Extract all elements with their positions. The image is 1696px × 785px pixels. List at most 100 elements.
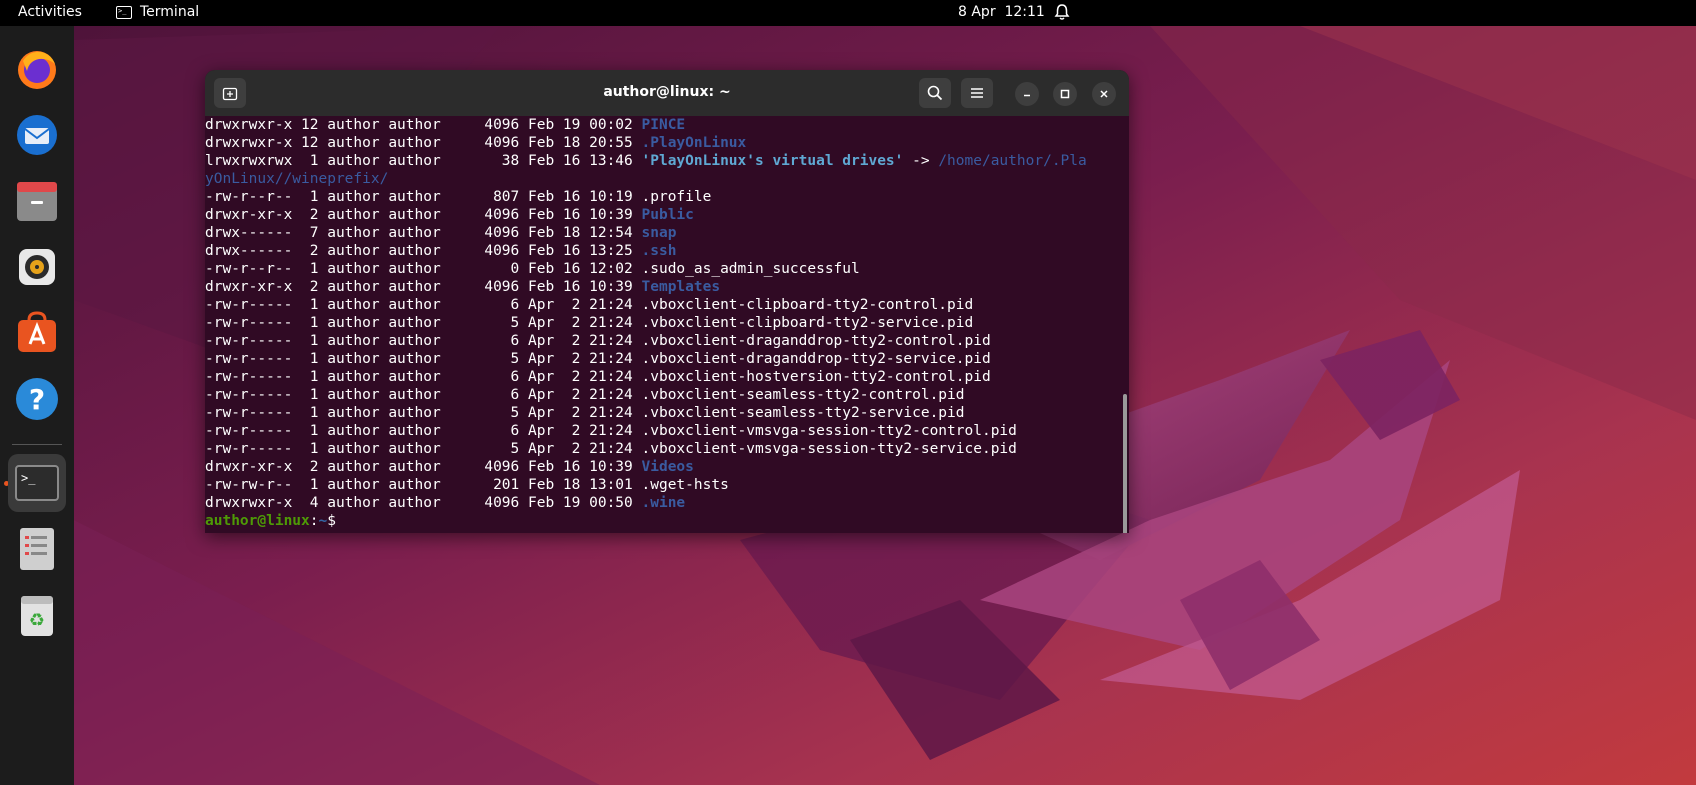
file-name: 'PlayOnLinux's virtual drives' bbox=[641, 153, 904, 169]
prompt-separator: : bbox=[309, 513, 319, 529]
terminal-window: author@linux: ~ drwxrwxr-x 12 author aut… bbox=[205, 70, 1129, 533]
top-bar: Activities >_ Terminal 8 Apr 12:11 bbox=[0, 0, 1696, 26]
clock-date: 8 Apr bbox=[958, 4, 996, 20]
file-metadata: drwxrwxr-x 4 author author 4096 Feb 19 0… bbox=[205, 495, 642, 511]
terminal-line: -rw-r----- 1 author author 5 Apr 2 21:24… bbox=[205, 350, 1129, 368]
file-metadata: drwxr-xr-x 2 author author 4096 Feb 16 1… bbox=[205, 279, 642, 295]
notification-bell-icon[interactable] bbox=[1054, 3, 1070, 25]
terminal-line: -rw-r----- 1 author author 5 Apr 2 21:24… bbox=[205, 314, 1129, 332]
terminal-line: lrwxrwxrwx 1 author author 38 Feb 16 13:… bbox=[205, 152, 1129, 170]
app-menu-label: Terminal bbox=[140, 4, 200, 20]
terminal-line: yOnLinux//wineprefix/ bbox=[205, 170, 1129, 188]
terminal-app-icon: >_ bbox=[116, 5, 132, 19]
window-titlebar[interactable]: author@linux: ~ bbox=[205, 70, 1129, 116]
terminal-line: -rw-r----- 1 author author 6 Apr 2 21:24… bbox=[205, 368, 1129, 386]
file-name: PINCE bbox=[641, 117, 686, 133]
link-target: /home/author/.Pla bbox=[938, 153, 1087, 169]
close-button[interactable] bbox=[1092, 82, 1116, 106]
help-icon[interactable]: ? bbox=[8, 370, 66, 428]
file-name: .wget-hsts bbox=[641, 477, 729, 493]
clock[interactable]: 8 Apr 12:11 bbox=[958, 4, 1045, 20]
file-metadata: drwxr-xr-x 2 author author 4096 Feb 16 1… bbox=[205, 207, 642, 223]
file-name: .ssh bbox=[641, 243, 677, 259]
minimize-button[interactable] bbox=[1015, 82, 1039, 106]
maximize-button[interactable] bbox=[1053, 82, 1077, 106]
file-metadata: -rw-r----- 1 author author 6 Apr 2 21:24 bbox=[205, 387, 642, 403]
search-icon bbox=[927, 85, 943, 101]
file-name: .PlayOnLinux bbox=[641, 135, 747, 151]
file-name: .sudo_as_admin_successful bbox=[641, 261, 860, 277]
terminal-output[interactable]: drwxrwxr-x 12 author author 4096 Feb 19 … bbox=[205, 116, 1129, 533]
file-name: .vboxclient-vmsvga-session-tty2-service.… bbox=[641, 441, 1017, 457]
file-name: .vboxclient-seamless-tty2-service.pid bbox=[641, 405, 965, 421]
menu-button[interactable] bbox=[961, 78, 993, 108]
svg-text:>_: >_ bbox=[21, 471, 36, 485]
file-metadata: drwxrwxr-x 12 author author 4096 Feb 18 … bbox=[205, 135, 642, 151]
file-name: Public bbox=[641, 207, 694, 223]
file-metadata: -rw-r----- 1 author author 5 Apr 2 21:24 bbox=[205, 441, 642, 457]
terminal-line: -rw-r----- 1 author author 6 Apr 2 21:24… bbox=[205, 296, 1129, 314]
file-metadata: -rw-r----- 1 author author 6 Apr 2 21:24 bbox=[205, 333, 642, 349]
file-name: .vboxclient-draganddrop-tty2-control.pid bbox=[641, 333, 991, 349]
file-name: .vboxclient-hostversion-tty2-control.pid bbox=[641, 369, 991, 385]
file-metadata: -rw-r----- 1 author author 5 Apr 2 21:24 bbox=[205, 405, 642, 421]
terminal-line: -rw-r--r-- 1 author author 0 Feb 16 12:0… bbox=[205, 260, 1129, 278]
link-arrow: -> bbox=[903, 153, 939, 169]
file-metadata: -rw-r----- 1 author author 5 Apr 2 21:24 bbox=[205, 315, 642, 331]
terminal-icon[interactable]: >_ bbox=[8, 454, 66, 512]
terminal-line: drwxr-xr-x 2 author author 4096 Feb 16 1… bbox=[205, 458, 1129, 476]
file-metadata: drwx------ 7 author author 4096 Feb 18 1… bbox=[205, 225, 642, 241]
trash-icon[interactable]: ♻ bbox=[8, 586, 66, 644]
terminal-line: drwxr-xr-x 2 author author 4096 Feb 16 1… bbox=[205, 206, 1129, 224]
software-icon[interactable] bbox=[8, 304, 66, 362]
dock-separator bbox=[12, 444, 62, 445]
file-name: .vboxclient-clipboard-tty2-service.pid bbox=[641, 315, 974, 331]
file-name: .vboxclient-clipboard-tty2-control.pid bbox=[641, 297, 974, 313]
prompt-path: ~ bbox=[318, 513, 328, 529]
file-metadata: -rw-rw-r-- 1 author author 201 Feb 18 13… bbox=[205, 477, 642, 493]
clock-time: 12:11 bbox=[1004, 4, 1045, 20]
terminal-line: drwx------ 7 author author 4096 Feb 18 1… bbox=[205, 224, 1129, 242]
file-name: Videos bbox=[641, 459, 694, 475]
svg-text:♻: ♻ bbox=[29, 610, 45, 631]
terminal-line: drwxrwxr-x 12 author author 4096 Feb 19 … bbox=[205, 116, 1129, 134]
thunderbird-icon[interactable] bbox=[8, 106, 66, 164]
file-metadata: -rw-r----- 1 author author 5 Apr 2 21:24 bbox=[205, 351, 642, 367]
file-metadata: lrwxrwxrwx 1 author author 38 Feb 16 13:… bbox=[205, 153, 642, 169]
terminal-line: -rw-r----- 1 author author 6 Apr 2 21:24… bbox=[205, 386, 1129, 404]
maximize-icon bbox=[1060, 89, 1070, 99]
terminal-line: -rw-r----- 1 author author 5 Apr 2 21:24… bbox=[205, 440, 1129, 458]
terminal-line: drwxr-xr-x 2 author author 4096 Feb 16 1… bbox=[205, 278, 1129, 296]
terminal-line: drwxrwxr-x 12 author author 4096 Feb 18 … bbox=[205, 134, 1129, 152]
file-name: yOnLinux//wineprefix/ bbox=[205, 171, 389, 187]
prompt-symbol: $ bbox=[327, 513, 345, 529]
file-name: snap bbox=[641, 225, 677, 241]
app-menu[interactable]: >_ Terminal bbox=[116, 4, 199, 20]
file-metadata: drwxrwxr-x 12 author author 4096 Feb 19 … bbox=[205, 117, 642, 133]
file-metadata: -rw-r--r-- 1 author author 0 Feb 16 12:0… bbox=[205, 261, 642, 277]
file-name: .profile bbox=[641, 189, 712, 205]
file-name: .vboxclient-draganddrop-tty2-service.pid bbox=[641, 351, 991, 367]
file-metadata: -rw-r----- 1 author author 6 Apr 2 21:24 bbox=[205, 369, 642, 385]
rhythmbox-icon[interactable] bbox=[8, 238, 66, 296]
terminal-scrollbar[interactable] bbox=[1123, 394, 1127, 533]
terminal-line: -rw-rw-r-- 1 author author 201 Feb 18 13… bbox=[205, 476, 1129, 494]
shell-prompt[interactable]: author@linux:~$ bbox=[205, 512, 1129, 530]
file-name: Templates bbox=[641, 279, 721, 295]
terminal-line: drwx------ 2 author author 4096 Feb 16 1… bbox=[205, 242, 1129, 260]
file-name: .vboxclient-vmsvga-session-tty2-control.… bbox=[641, 423, 1017, 439]
file-metadata: -rw-r--r-- 1 author author 807 Feb 16 10… bbox=[205, 189, 642, 205]
file-name: .wine bbox=[641, 495, 686, 511]
terminal-line: -rw-r--r-- 1 author author 807 Feb 16 10… bbox=[205, 188, 1129, 206]
minimize-icon bbox=[1024, 94, 1030, 97]
files-icon[interactable] bbox=[8, 172, 66, 230]
file-metadata: -rw-r----- 1 author author 6 Apr 2 21:24 bbox=[205, 423, 642, 439]
search-button[interactable] bbox=[919, 78, 951, 108]
file-metadata: drwxr-xr-x 2 author author 4096 Feb 16 1… bbox=[205, 459, 642, 475]
text-editor-icon[interactable] bbox=[8, 520, 66, 578]
activities-button[interactable]: Activities bbox=[18, 4, 82, 20]
firefox-icon[interactable] bbox=[8, 40, 66, 98]
terminal-line: drwxrwxr-x 4 author author 4096 Feb 19 0… bbox=[205, 494, 1129, 512]
terminal-line: -rw-r----- 1 author author 6 Apr 2 21:24… bbox=[205, 332, 1129, 350]
terminal-line: -rw-r----- 1 author author 5 Apr 2 21:24… bbox=[205, 404, 1129, 422]
